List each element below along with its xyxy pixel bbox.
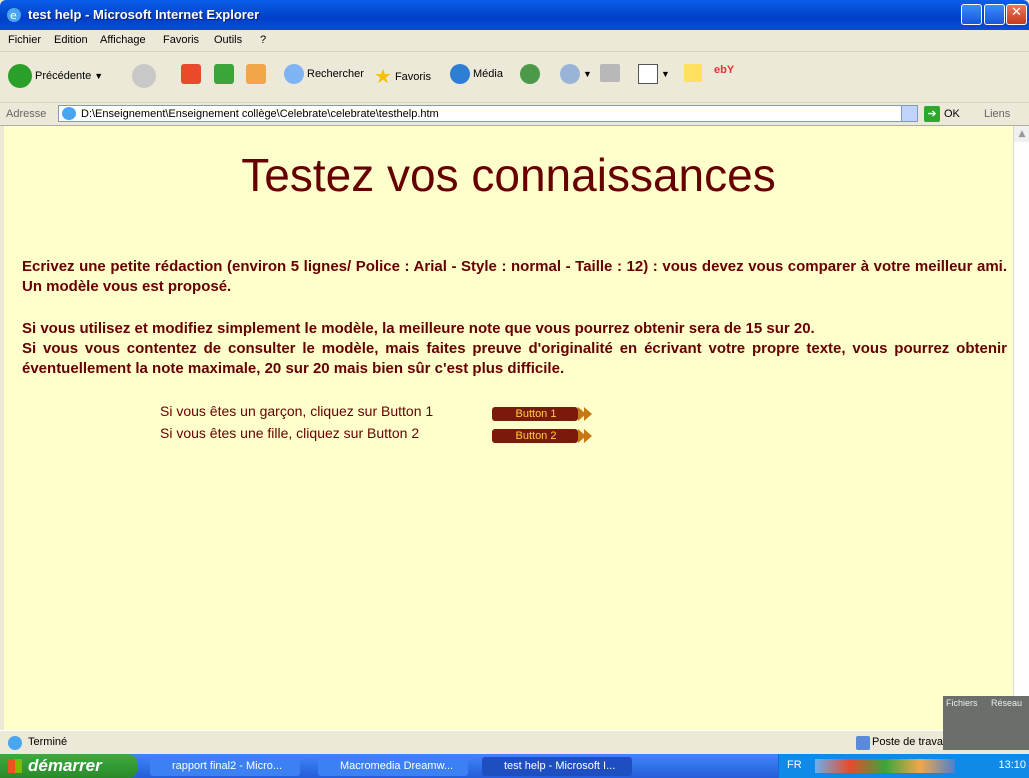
media-button[interactable]: Média <box>450 64 503 84</box>
ebay-icon: ebY <box>714 64 735 76</box>
svg-text:e: e <box>10 9 17 22</box>
address-bar: Adresse D:\Enseignement\Enseignement col… <box>0 103 1029 126</box>
menu-affichage[interactable]: Affichage <box>100 34 146 46</box>
links-label[interactable]: Liens <box>984 108 1010 120</box>
task-ie[interactable]: test help - Microsoft I... <box>482 757 632 776</box>
clock: 13:10 <box>998 759 1026 771</box>
stop-button[interactable] <box>181 64 201 84</box>
taskbar: démarrer rapport final2 - Micro... Macro… <box>0 754 1029 778</box>
maximize-button[interactable] <box>984 4 1005 25</box>
menu-favoris[interactable]: Favoris <box>163 34 199 46</box>
menu-edition[interactable]: Edition <box>54 34 88 46</box>
ebay-button[interactable]: ebY <box>714 64 734 76</box>
vertical-scrollbar[interactable]: ▲ <box>1013 126 1029 730</box>
go-button[interactable]: ➔ OK <box>924 106 960 122</box>
title-bar: e test help - Microsoft Internet Explore… <box>0 0 1029 30</box>
chevron-down-icon: ▼ <box>583 69 592 79</box>
address-url: D:\Enseignement\Enseignement collège\Cel… <box>81 108 439 120</box>
window-title: test help - Microsoft Internet Explorer <box>28 7 260 22</box>
network-widget: Fichiers Réseau <box>943 696 1029 750</box>
button-1[interactable]: Button 1 <box>492 406 592 422</box>
history-icon <box>520 64 540 84</box>
ie-status-icon <box>8 736 22 750</box>
back-button[interactable]: Précédente ▼ <box>8 64 103 88</box>
browser-window: e test help - Microsoft Internet Explore… <box>0 0 1029 755</box>
stop-icon <box>181 64 201 84</box>
home-button[interactable] <box>246 64 266 84</box>
close-icon: ✕ <box>1011 5 1022 20</box>
chevron-down-icon[interactable] <box>901 106 917 121</box>
notes-button[interactable] <box>684 64 702 82</box>
tray-icons[interactable] <box>815 759 955 773</box>
search-button[interactable]: Rechercher <box>284 64 364 84</box>
menu-bar: Fichier Edition Affichage Favoris Outils… <box>0 31 1029 81</box>
menu-help[interactable]: ? <box>260 34 266 46</box>
button-2[interactable]: Button 2 <box>492 428 592 444</box>
system-tray: FR 13:10 <box>778 754 1029 778</box>
refresh-button[interactable] <box>214 64 234 84</box>
edit-button[interactable]: ▼ <box>638 64 670 84</box>
computer-icon <box>856 736 870 750</box>
print-button[interactable] <box>600 64 620 82</box>
forward-button[interactable] <box>132 64 156 88</box>
security-zone: Poste de travail <box>872 736 948 748</box>
word-icon <box>638 64 658 84</box>
address-label: Adresse <box>6 108 47 120</box>
network-label: Réseau <box>991 698 1023 708</box>
media-label: Média <box>473 68 503 80</box>
choice-girl-label: Si vous êtes une fille, cliquez sur Butt… <box>160 425 420 441</box>
ie-icon: e <box>7 8 21 22</box>
toolbar: Précédente ▼ Rechercher ★ Favoris Média … <box>0 52 1029 103</box>
menu-fichier[interactable]: Fichier <box>8 34 41 46</box>
task-dreamweaver[interactable]: Macromedia Dreamw... <box>318 757 468 776</box>
status-bar: Terminé Poste de travail <box>0 730 1029 755</box>
start-button[interactable]: démarrer <box>0 754 138 778</box>
note-icon <box>684 64 702 82</box>
start-label: démarrer <box>28 756 102 775</box>
chevron-down-icon: ▼ <box>94 71 104 81</box>
rule-paragraph-1: Si vous utilisez et modifiez simplement … <box>22 320 815 337</box>
minimize-button[interactable] <box>961 4 982 25</box>
page-heading: Testez vos connaissances <box>241 149 776 201</box>
rule-paragraph-2: Si vous vous contentez de consulter le m… <box>22 340 1007 377</box>
button-2-label: Button 2 <box>515 430 557 442</box>
windows-flag-icon <box>8 759 22 773</box>
history-button[interactable] <box>520 64 540 84</box>
search-icon <box>284 64 304 84</box>
back-arrow-icon <box>8 64 32 88</box>
star-icon: ★ <box>374 66 392 88</box>
language-indicator[interactable]: FR <box>787 759 802 771</box>
page-icon <box>62 107 76 120</box>
address-input[interactable]: D:\Enseignement\Enseignement collège\Cel… <box>58 105 918 122</box>
choice-boy-label: Si vous êtes un garçon, cliquez sur Butt… <box>160 403 434 419</box>
home-icon <box>246 64 266 84</box>
chevron-down-icon: ▼ <box>661 69 670 79</box>
page-content: Testez vos connaissances Ecrivez une pet… <box>4 126 1013 730</box>
print-icon <box>600 64 620 82</box>
scroll-up-icon[interactable]: ▲ <box>1014 126 1029 142</box>
mail-icon <box>560 64 580 84</box>
go-label: OK <box>944 108 960 120</box>
mail-button[interactable]: ▼ <box>560 64 592 84</box>
media-icon <box>450 64 470 84</box>
menu-outils[interactable]: Outils <box>214 34 242 46</box>
search-label: Rechercher <box>307 68 364 80</box>
close-button[interactable]: ✕ <box>1006 4 1027 25</box>
instructions-paragraph: Ecrivez une petite rédaction (environ 5 … <box>22 258 1007 295</box>
status-text: Terminé <box>28 736 68 748</box>
favorites-button[interactable]: ★ Favoris <box>374 64 431 89</box>
files-label: Fichiers <box>946 698 978 708</box>
forward-arrow-icon <box>132 64 156 88</box>
back-label: Précédente <box>35 70 92 82</box>
favorites-label: Favoris <box>394 70 431 83</box>
go-arrow-icon: ➔ <box>924 106 940 122</box>
button-1-label: Button 1 <box>515 408 557 420</box>
task-word[interactable]: rapport final2 - Micro... <box>150 757 300 776</box>
refresh-icon <box>214 64 234 84</box>
